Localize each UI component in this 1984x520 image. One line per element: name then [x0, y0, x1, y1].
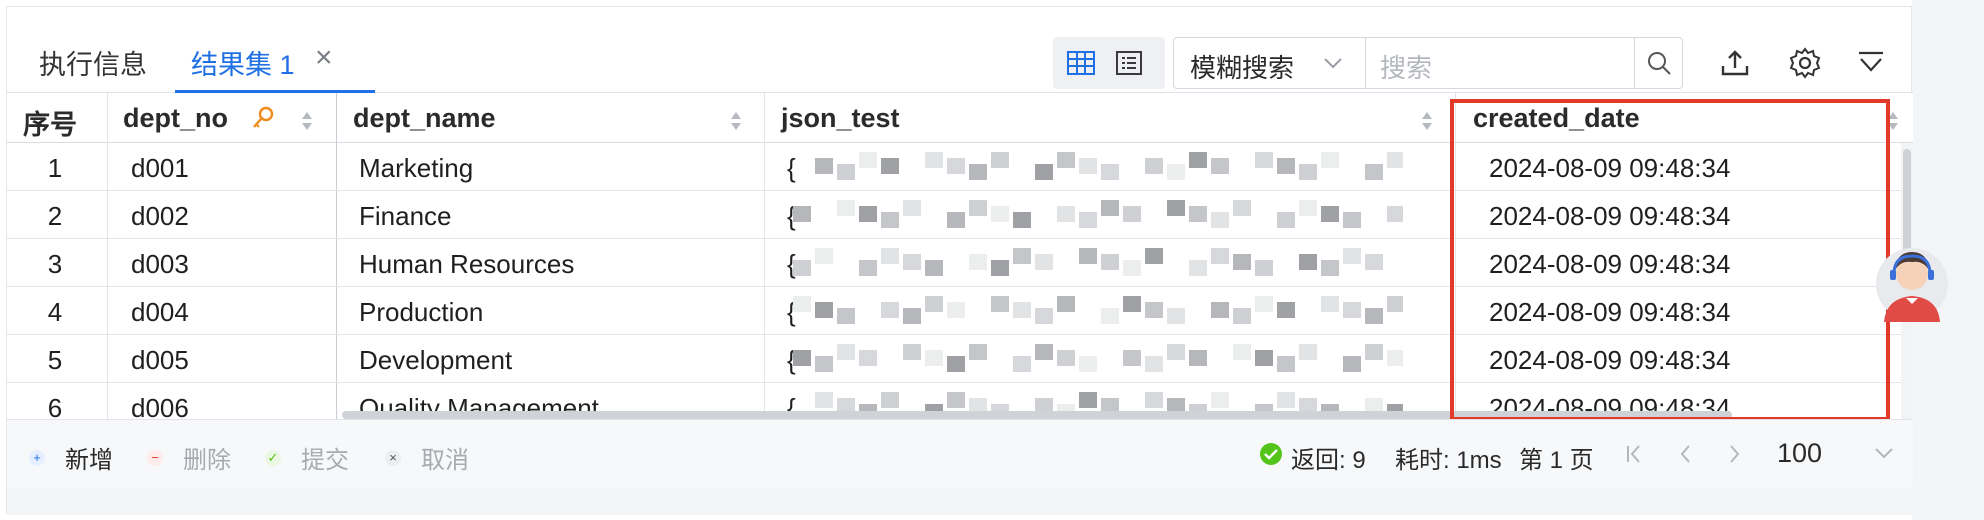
cell-dept-name[interactable]: Finance	[359, 201, 452, 232]
elapsed-time: 耗时: 1ms	[1395, 447, 1502, 474]
sort-icon[interactable]	[730, 111, 742, 131]
search-button[interactable]	[1635, 37, 1683, 89]
delete-row-button[interactable]: − 删除	[147, 440, 231, 475]
next-page-icon[interactable]	[1727, 442, 1743, 473]
search-placeholder: 搜索	[1380, 53, 1433, 83]
redacted-json-value	[793, 288, 1403, 334]
row-index[interactable]: 6	[7, 393, 103, 419]
redacted-json-value	[793, 192, 1403, 238]
submit-label: 提交	[301, 447, 349, 474]
chevron-down-icon	[1322, 52, 1344, 79]
bottom-band	[7, 487, 1913, 515]
search-mode-label: 模糊搜索	[1190, 53, 1295, 83]
first-page-icon[interactable]	[1625, 442, 1645, 473]
row-index[interactable]: 4	[7, 297, 103, 328]
close-tab-icon[interactable]: ×	[315, 41, 333, 75]
header-dept-name[interactable]: dept_name	[353, 103, 496, 134]
view-toggle	[1053, 37, 1165, 89]
close-icon: ×	[385, 449, 401, 466]
success-check-icon	[1259, 442, 1283, 471]
highlight-box	[1450, 99, 1890, 421]
cell-dept-no[interactable]: d005	[131, 345, 189, 376]
add-row-button[interactable]: + 新增	[29, 440, 113, 475]
row-index[interactable]: 5	[7, 345, 103, 376]
support-avatar-icon[interactable]	[1874, 238, 1950, 324]
export-icon[interactable]	[1717, 45, 1753, 81]
tab-execution-info[interactable]: 执行信息	[39, 43, 147, 82]
cell-dept-name[interactable]: Marketing	[359, 153, 473, 184]
add-row-label: 新增	[65, 447, 113, 474]
sort-icon[interactable]	[301, 111, 313, 131]
grid-footer: + 新增 − 删除 ✓ 提交 × 取消 返回: 9 耗时: 1ms 第 1 页	[7, 419, 1913, 487]
key-icon	[251, 105, 275, 136]
page-size-value[interactable]: 100	[1777, 438, 1822, 469]
cancel-label: 取消	[421, 447, 469, 474]
returned-rows: 返回: 9	[1291, 447, 1366, 474]
header-dept-no[interactable]: dept_no	[123, 103, 228, 134]
minus-icon: −	[147, 449, 163, 466]
cell-dept-name[interactable]: Production	[359, 297, 483, 328]
cell-dept-no[interactable]: d002	[131, 201, 189, 232]
row-index[interactable]: 1	[7, 153, 103, 184]
redacted-json-value	[793, 144, 1403, 190]
form-view-icon[interactable]	[1111, 45, 1147, 81]
cancel-button[interactable]: × 取消	[385, 440, 469, 475]
cell-dept-no[interactable]: d004	[131, 297, 189, 328]
tab-bar: 执行信息 结果集 1 × 模糊搜索 搜索	[7, 7, 1913, 93]
delete-row-label: 删除	[183, 447, 231, 474]
header-index: 序号	[23, 110, 77, 140]
filter-funnel-icon[interactable]	[1853, 45, 1889, 81]
redacted-json-value	[793, 336, 1403, 382]
submit-button[interactable]: ✓ 提交	[265, 440, 349, 475]
prev-page-icon[interactable]	[1677, 442, 1693, 473]
redacted-json-value	[793, 240, 1403, 286]
search-icon	[1647, 52, 1671, 75]
cell-dept-name[interactable]: Human Resources	[359, 249, 574, 280]
sort-icon[interactable]	[1421, 111, 1433, 131]
row-index[interactable]: 3	[7, 249, 103, 280]
tab-result-set-1[interactable]: 结果集 1	[191, 43, 295, 82]
search-mode-select[interactable]: 模糊搜索	[1173, 37, 1365, 89]
header-json-test[interactable]: json_test	[781, 103, 900, 134]
row-index[interactable]: 2	[7, 201, 103, 232]
check-icon: ✓	[265, 449, 281, 466]
search-input[interactable]: 搜索	[1365, 37, 1635, 89]
settings-gear-icon[interactable]	[1787, 45, 1823, 81]
cell-dept-no[interactable]: d003	[131, 249, 189, 280]
cell-dept-no[interactable]: d006	[131, 393, 189, 419]
current-page: 第 1 页	[1519, 447, 1594, 474]
grid-view-icon[interactable]	[1063, 45, 1099, 81]
cell-dept-no[interactable]: d001	[131, 153, 189, 184]
cell-dept-name[interactable]: Development	[359, 345, 512, 376]
page-size-chevron-down-icon[interactable]	[1873, 442, 1895, 471]
plus-icon: +	[29, 449, 45, 466]
result-panel: 执行信息 结果集 1 × 模糊搜索 搜索 序号 dept_no dept_nam…	[6, 6, 1913, 515]
